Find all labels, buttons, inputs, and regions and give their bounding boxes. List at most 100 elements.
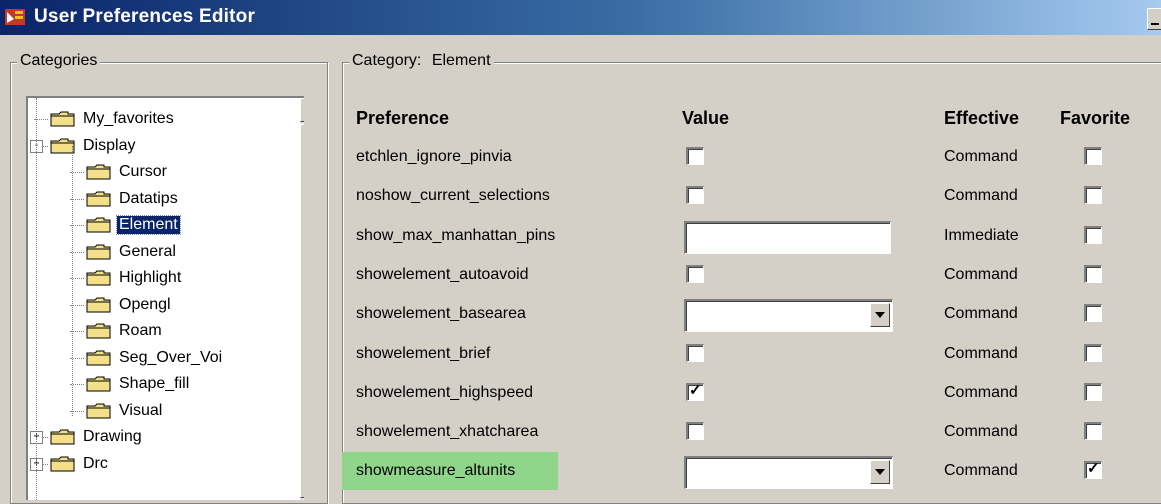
value-dropdown[interactable] <box>684 299 893 333</box>
favorite-checkbox[interactable] <box>1084 147 1102 165</box>
folder-icon <box>50 429 76 445</box>
title-bar: User Preferences Editor <box>0 0 1161 35</box>
preference-row: showelement_highspeed ✓ Command <box>352 374 1142 414</box>
tree-connector <box>36 98 37 500</box>
preference-row: showelement_xhatcharea Command <box>352 413 1142 453</box>
tree-scrollbar[interactable] <box>300 98 304 500</box>
value-dropdown[interactable] <box>684 456 893 490</box>
folder-icon <box>50 456 76 472</box>
category-label: Category: <box>352 52 422 69</box>
tree-item-label: Display <box>83 136 136 154</box>
check-icon: ✓ <box>689 381 702 399</box>
tree-item-label: Roam <box>119 322 162 339</box>
preference-name: show_max_manhattan_pins <box>356 226 556 244</box>
category-name: Element <box>431 52 491 69</box>
folder-icon <box>86 270 112 286</box>
tree-item-visual[interactable]: Visual <box>86 398 164 424</box>
preference-name: noshow_current_selections <box>356 187 550 205</box>
preference-name: etchlen_ignore_pinvia <box>356 148 512 165</box>
preference-row: showelement_brief Command <box>352 335 1142 375</box>
scroll-up-button[interactable] <box>300 98 304 122</box>
tree-item-my_favorites[interactable]: My_favorites <box>50 106 176 132</box>
favorite-checkbox[interactable] <box>1084 422 1102 441</box>
preference-name: showelement_highspeed <box>356 383 534 401</box>
folder-icon <box>86 350 112 366</box>
tree-item-drc[interactable]: Drc <box>50 451 110 477</box>
preference-row: showmeasure_altunits Command ✓ <box>342 452 1142 492</box>
tree-item-label: Opengl <box>119 295 171 313</box>
tree-item-label: Drc <box>83 454 108 472</box>
effective-value: Command <box>944 423 1018 441</box>
preference-row: showelement_autoavoid Command <box>352 256 1142 296</box>
preference-row: showelement_basearea Command <box>352 295 1142 335</box>
tree-item-label: Visual <box>119 401 163 419</box>
folder-icon <box>86 376 112 392</box>
effective-value: Command <box>944 305 1018 323</box>
favorite-checkbox[interactable]: ✓ <box>1084 460 1102 480</box>
folder-icon <box>86 217 112 233</box>
effective-value: Command <box>944 187 1018 205</box>
folder-icon <box>50 111 76 127</box>
effective-value: Command <box>944 462 1018 480</box>
chevron-down-icon[interactable] <box>870 460 890 485</box>
minimize-button[interactable] <box>1147 8 1161 30</box>
preference-row: show_max_manhattan_pins Immediate <box>352 217 1142 257</box>
favorite-checkbox[interactable] <box>1084 225 1102 244</box>
effective-value: Command <box>944 148 1018 165</box>
tree-connector <box>72 146 73 416</box>
preference-row: etchlen_ignore_pinvia Command <box>352 138 1142 178</box>
tree-item-cursor[interactable]: Cursor <box>86 159 169 185</box>
effective-value: Command <box>944 344 1018 362</box>
tree-item-datatips[interactable]: Datatips <box>86 186 180 212</box>
effective-value: Command <box>944 265 1018 283</box>
preference-row: noshow_current_selections Command <box>352 177 1142 217</box>
value-textbox[interactable] <box>684 220 891 254</box>
value-checkbox[interactable] <box>686 147 704 165</box>
tree-item-roam[interactable]: Roam <box>86 318 164 344</box>
tree-item-label: Seg_Over_Voi <box>119 348 223 366</box>
window-title: User Preferences Editor <box>34 6 256 27</box>
value-checkbox[interactable] <box>686 422 704 441</box>
preference-name: showmeasure_altunits <box>356 462 516 480</box>
tree-item-label: General <box>119 242 176 260</box>
tree-item-opengl[interactable]: Opengl <box>86 292 173 318</box>
tree-item-seg_over_voi[interactable]: Seg_Over_Voi <box>86 345 224 371</box>
header-preference: Preference <box>356 108 450 128</box>
chevron-down-icon[interactable] <box>870 303 890 328</box>
folder-icon <box>86 244 112 260</box>
category-tree[interactable]: My_favorites Display - Cursor Datatips Elemen… <box>26 96 304 500</box>
app-icon <box>5 9 25 25</box>
folder-icon <box>86 297 112 313</box>
tree-item-general[interactable]: General <box>86 239 178 265</box>
tree-item-element[interactable]: Element <box>86 212 181 238</box>
value-checkbox[interactable] <box>686 186 704 205</box>
folder-icon <box>86 403 112 419</box>
favorite-checkbox[interactable] <box>1084 186 1102 205</box>
tree-item-label: Highlight <box>119 269 182 286</box>
tree-item-shape_fill[interactable]: Shape_fill <box>86 371 191 397</box>
favorite-checkbox[interactable] <box>1084 264 1102 283</box>
tree-item-label: Element <box>116 215 181 235</box>
category-title: Category: Element <box>349 52 494 70</box>
value-checkbox[interactable]: ✓ <box>686 381 704 401</box>
header-favorite: Favorite <box>1060 108 1131 128</box>
favorite-checkbox[interactable] <box>1084 343 1102 362</box>
folder-icon <box>86 191 112 207</box>
favorite-checkbox[interactable] <box>1084 304 1102 323</box>
favorite-checkbox[interactable] <box>1084 382 1102 401</box>
tree-item-label: Drawing <box>83 428 142 445</box>
value-checkbox[interactable] <box>686 264 704 283</box>
tree-item-highlight[interactable]: Highlight <box>86 265 183 291</box>
check-icon: ✓ <box>1087 460 1100 478</box>
tree-item-display[interactable]: Display <box>50 133 137 159</box>
tree-item-drawing[interactable]: Drawing <box>50 424 144 450</box>
tree-item-label: Datatips <box>119 189 178 207</box>
preference-name: showelement_xhatcharea <box>356 423 539 441</box>
header-value: Value <box>682 108 730 128</box>
effective-value: Command <box>944 383 1018 401</box>
value-checkbox[interactable] <box>686 343 704 362</box>
tree-item-label: Cursor <box>119 163 168 180</box>
scroll-thumb[interactable] <box>300 124 304 498</box>
header-effective: Effective <box>944 108 1020 128</box>
categories-label: Categories <box>17 52 101 70</box>
